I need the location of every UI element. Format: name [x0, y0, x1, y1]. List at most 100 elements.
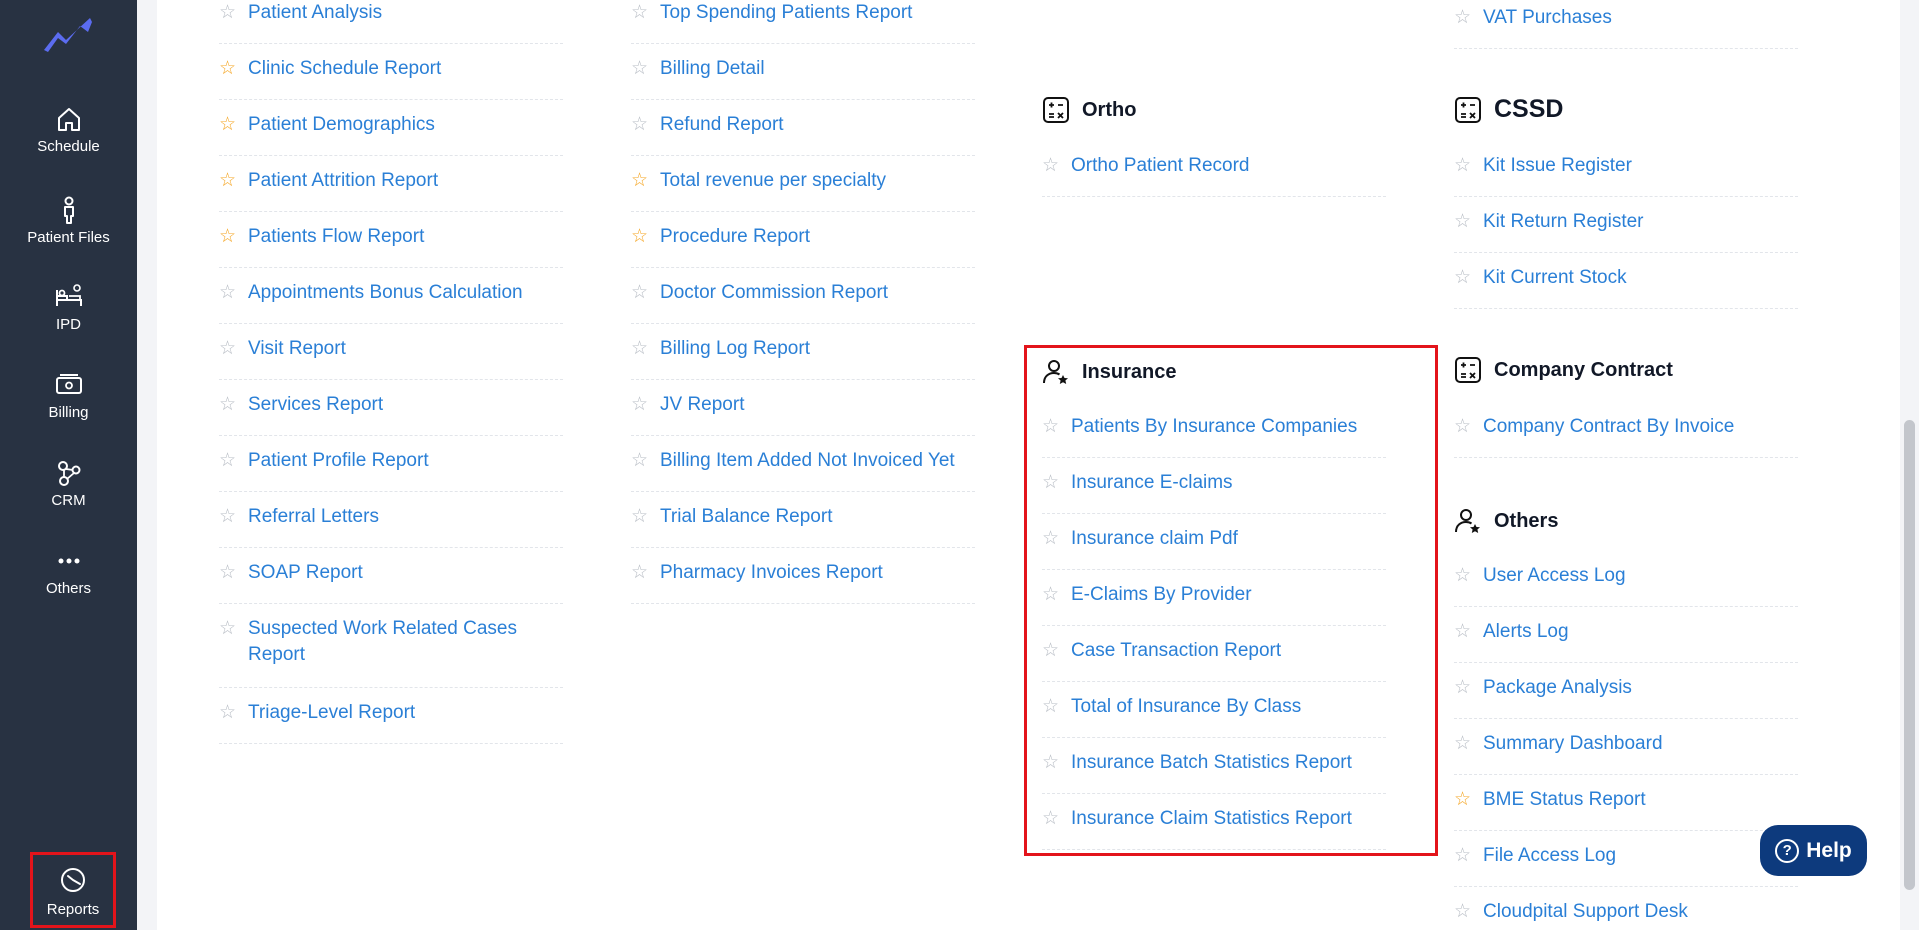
favorite-star-icon[interactable]: ☆ [219, 112, 236, 138]
star-icon[interactable]: ☆ [219, 392, 236, 418]
star-icon[interactable]: ☆ [219, 616, 236, 642]
star-icon[interactable]: ☆ [631, 392, 648, 418]
star-icon[interactable]: ☆ [219, 448, 236, 474]
favorite-star-icon[interactable]: ☆ [631, 224, 648, 250]
favorite-star-icon[interactable]: ☆ [219, 224, 236, 250]
report-link-label: Summary Dashboard [1483, 733, 1663, 754]
star-icon[interactable]: ☆ [1454, 414, 1471, 440]
star-icon[interactable]: ☆ [631, 280, 648, 306]
favorite-star-icon[interactable]: ☆ [631, 168, 648, 194]
report-link-label: Referral Letters [248, 506, 379, 527]
report-link[interactable]: ☆ VAT Purchases [1454, 5, 1798, 49]
nav-others[interactable]: Others [0, 546, 137, 597]
report-link-label: Procedure Report [660, 226, 810, 247]
star-icon[interactable]: ☆ [1454, 899, 1471, 925]
report-link[interactable]: ☆ Patient Demographics [219, 112, 563, 156]
report-link[interactable]: ☆ Patient Profile Report [219, 448, 563, 492]
star-icon[interactable]: ☆ [1454, 265, 1471, 291]
favorite-star-icon[interactable]: ☆ [1454, 787, 1471, 813]
star-icon[interactable]: ☆ [631, 560, 648, 586]
report-link[interactable]: ☆ Billing Log Report [631, 336, 975, 380]
star-icon[interactable]: ☆ [1454, 675, 1471, 701]
report-link[interactable]: ☆ BME Status Report [1454, 787, 1798, 831]
star-icon[interactable]: ☆ [219, 0, 236, 26]
report-link[interactable]: ☆ Alerts Log [1454, 619, 1798, 663]
report-link[interactable]: ☆ User Access Log [1454, 563, 1798, 607]
report-link[interactable]: ☆ Patient Analysis [219, 0, 563, 44]
star-icon[interactable]: ☆ [1454, 153, 1471, 179]
report-link-label: Ortho Patient Record [1071, 155, 1250, 176]
star-icon[interactable]: ☆ [219, 700, 236, 726]
report-link[interactable]: ☆ Pharmacy Invoices Report [631, 560, 975, 604]
report-link[interactable]: ☆ Procedure Report [631, 224, 975, 268]
report-link-label: BME Status Report [1483, 789, 1646, 810]
report-link-label: Kit Current Stock [1483, 267, 1627, 288]
report-link[interactable]: ☆ Doctor Commission Report [631, 280, 975, 324]
report-link-label: Billing Log Report [660, 338, 810, 359]
report-link[interactable]: ☆ Patient Attrition Report [219, 168, 563, 212]
report-link[interactable]: ☆ Top Spending Patients Report [631, 0, 975, 44]
nav-reports[interactable]: Reports [30, 852, 116, 928]
nav-crm[interactable]: CRM [0, 458, 137, 509]
report-link[interactable]: ☆ Kit Issue Register [1454, 153, 1798, 197]
report-link[interactable]: ☆ Clinic Schedule Report [219, 56, 563, 100]
report-link[interactable]: ☆ SOAP Report [219, 560, 563, 604]
star-icon[interactable]: ☆ [631, 504, 648, 530]
report-link[interactable]: ☆ Cloudpital Support Desk [1454, 899, 1798, 930]
star-icon[interactable]: ☆ [219, 280, 236, 306]
report-link[interactable]: ☆ JV Report [631, 392, 975, 436]
star-icon[interactable]: ☆ [1042, 153, 1059, 179]
report-link[interactable]: ☆ Patients Flow Report [219, 224, 563, 268]
report-link-label: Company Contract By Invoice [1483, 416, 1735, 437]
star-icon[interactable]: ☆ [219, 504, 236, 530]
report-link[interactable]: ☆ Summary Dashboard [1454, 731, 1798, 775]
report-link[interactable]: ☆ Appointments Bonus Calculation [219, 280, 563, 324]
star-icon[interactable]: ☆ [631, 448, 648, 474]
star-icon[interactable]: ☆ [1454, 5, 1471, 31]
report-link[interactable]: ☆ Refund Report [631, 112, 975, 156]
report-link[interactable]: ☆ File Access Log [1454, 843, 1798, 887]
report-link[interactable]: ☆ Trial Balance Report [631, 504, 975, 548]
report-link[interactable]: ☆ Ortho Patient Record [1042, 153, 1386, 197]
report-link[interactable]: ☆ Services Report [219, 392, 563, 436]
star-icon[interactable]: ☆ [1454, 563, 1471, 589]
app-logo-icon[interactable] [42, 14, 94, 54]
report-link[interactable]: ☆ Visit Report [219, 336, 563, 380]
star-icon[interactable]: ☆ [631, 56, 648, 82]
report-link[interactable]: ☆ Billing Detail [631, 56, 975, 100]
report-link[interactable]: ☆ Company Contract By Invoice [1454, 414, 1798, 458]
nav-reports-label: Reports [46, 901, 100, 918]
scrollbar-thumb[interactable] [1904, 420, 1915, 890]
report-link-label: Package Analysis [1483, 677, 1632, 698]
report-link-label: Refund Report [660, 114, 784, 135]
report-link[interactable]: ☆ Referral Letters [219, 504, 563, 548]
help-button[interactable]: ? Help [1760, 825, 1867, 876]
star-icon[interactable]: ☆ [631, 0, 648, 26]
report-link[interactable]: ☆ Suspected Work Related Cases Report [219, 616, 563, 688]
star-icon[interactable]: ☆ [1454, 619, 1471, 645]
report-link[interactable]: ☆ Kit Return Register [1454, 209, 1798, 253]
report-link-label: JV Report [660, 394, 745, 415]
star-icon[interactable]: ☆ [1454, 843, 1471, 869]
nav-schedule[interactable]: Schedule [0, 104, 137, 155]
report-link-label: Triage-Level Report [248, 702, 416, 723]
page-scrollbar[interactable] [1900, 0, 1919, 930]
report-link-label: Patient Demographics [248, 114, 435, 135]
sidebar: Schedule Patient Files IPD Billing CRM O… [0, 0, 137, 930]
nav-patient-files[interactable]: Patient Files [0, 195, 137, 246]
report-link[interactable]: ☆ Triage-Level Report [219, 700, 563, 744]
star-icon[interactable]: ☆ [1454, 731, 1471, 757]
report-link[interactable]: ☆ Package Analysis [1454, 675, 1798, 719]
favorite-star-icon[interactable]: ☆ [219, 168, 236, 194]
star-icon[interactable]: ☆ [219, 336, 236, 362]
report-link[interactable]: ☆ Kit Current Stock [1454, 265, 1798, 309]
report-link[interactable]: ☆ Billing Item Added Not Invoiced Yet [631, 448, 975, 492]
star-icon[interactable]: ☆ [631, 336, 648, 362]
nav-billing[interactable]: Billing [0, 370, 137, 421]
star-icon[interactable]: ☆ [219, 560, 236, 586]
report-link[interactable]: ☆ Total revenue per specialty [631, 168, 975, 212]
star-icon[interactable]: ☆ [1454, 209, 1471, 235]
nav-ipd[interactable]: IPD [0, 282, 137, 333]
favorite-star-icon[interactable]: ☆ [219, 56, 236, 82]
star-icon[interactable]: ☆ [631, 112, 648, 138]
